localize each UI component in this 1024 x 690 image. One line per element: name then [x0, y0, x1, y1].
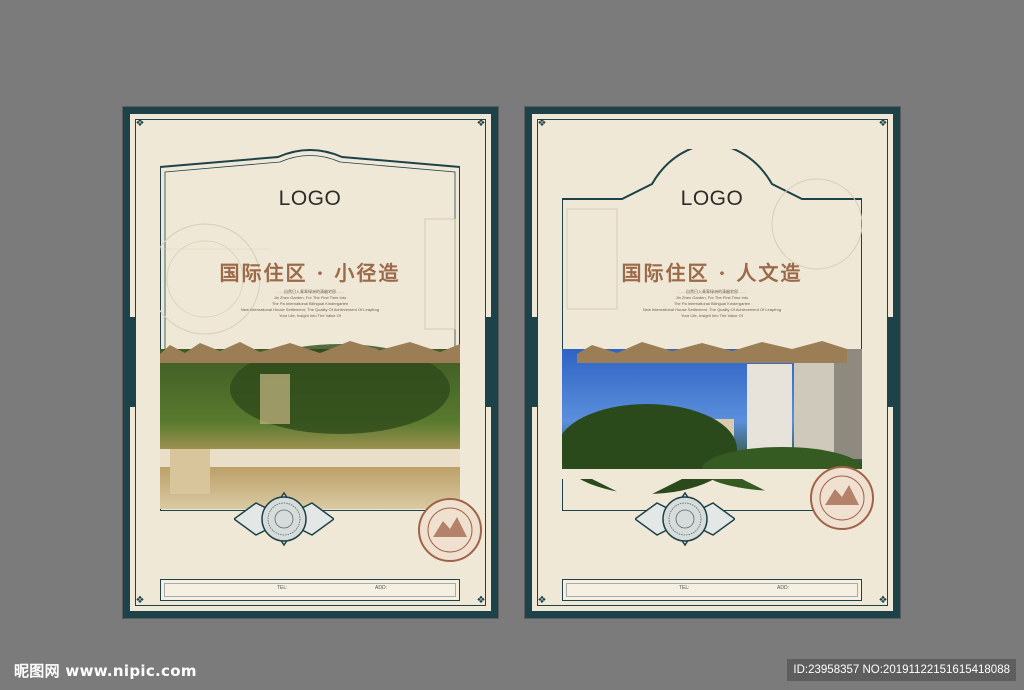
contact-footer-inner [164, 583, 456, 597]
corner-ornament-icon: ❖ [135, 595, 145, 606]
poster-title: 国际住区 · 人文造 [621, 261, 803, 285]
side-tab [486, 317, 491, 407]
side-tab [532, 317, 537, 407]
vintage-stamp-icon [810, 466, 874, 530]
fine-print: ……自然日入青翠绿洲的清幽宅邸…… Jin Zhen Garden, For T… [562, 289, 862, 319]
address-label: ADD: [777, 585, 789, 591]
site-watermark[interactable]: 昵图网 www.nipic.com [14, 660, 197, 681]
fine-print-line: Your Life, Insight Into The Value Of [681, 313, 743, 318]
fine-print-line: Your Life, Insight Into The Value Of [279, 313, 341, 318]
corner-ornament-icon: ❖ [878, 118, 888, 129]
arch-panel: LOGO 国际住区 · 小径造 ……自然日入青翠绿洲的清幽宅邸…… Jin Zh… [160, 149, 460, 511]
logo-text: LOGO [680, 187, 744, 210]
vintage-stamp-icon [418, 498, 482, 562]
poster-left: ❖ ❖ ❖ ❖ LOGO 国际住区 · 小径造 ……自然日入青翠绿洲的清幽宅邸…… [123, 107, 498, 618]
corner-ornament-icon: ❖ [878, 595, 888, 606]
medallion-ornament-icon [635, 491, 735, 547]
poster-title: 国际住区 · 小径造 [219, 261, 401, 285]
corner-ornament-icon: ❖ [476, 595, 486, 606]
logo-text: LOGO [278, 187, 342, 210]
medallion-ornament-icon [234, 491, 334, 547]
contact-footer: TEL: ADD: [562, 579, 862, 601]
side-tab [130, 317, 135, 407]
arch-panel: LOGO 国际住区 · 人文造 ……自然日入青翠绿洲的清幽宅邸…… Jin Zh… [562, 149, 862, 511]
corner-ornament-icon: ❖ [537, 595, 547, 606]
fine-print: ……自然日入青翠绿洲的清幽宅邸…… Jin Zhen Garden, For T… [160, 289, 460, 319]
side-tab [888, 317, 893, 407]
contact-footer: TEL: ADD: [160, 579, 460, 601]
corner-ornament-icon: ❖ [537, 118, 547, 129]
corner-ornament-icon: ❖ [476, 118, 486, 129]
poster-right: ❖ ❖ ❖ ❖ LOGO 国际住区 · 人文造 ……自然日入青翠绿洲的清幽宅邸…… [525, 107, 900, 618]
contact-footer-inner [566, 583, 858, 597]
image-id-badge: ID:23958357 NO:20191122151615418088 [787, 659, 1016, 681]
address-label: ADD: [375, 585, 387, 591]
corner-ornament-icon: ❖ [135, 118, 145, 129]
tel-label: TEL: [679, 585, 690, 591]
tel-label: TEL: [277, 585, 288, 591]
